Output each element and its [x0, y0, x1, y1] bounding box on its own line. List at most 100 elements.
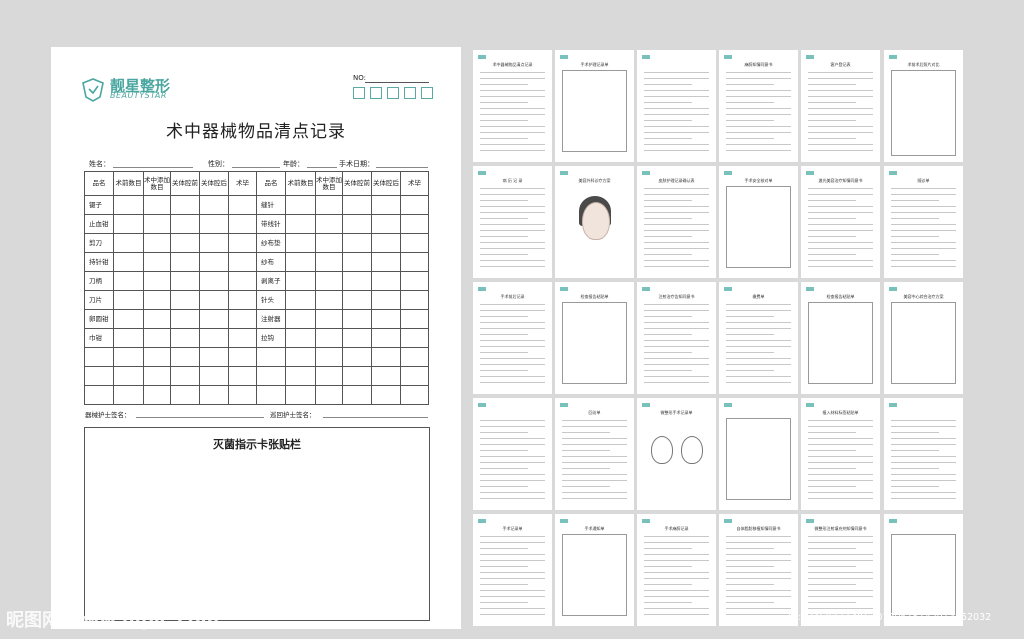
text-line	[644, 150, 709, 151]
text-line	[726, 376, 791, 377]
text-line	[891, 254, 939, 255]
table-row: 镊子 缝针	[84, 195, 429, 215]
text-line	[644, 120, 692, 121]
sterilization-card-title: 灭菌指示卡张贴栏	[213, 438, 301, 451]
text-line	[480, 218, 528, 219]
form-thumbnail: 回访单	[555, 398, 634, 510]
text-line	[726, 602, 774, 603]
beauty-star-logo-icon	[82, 78, 104, 102]
text-line	[480, 584, 528, 585]
text-line	[808, 462, 873, 463]
text-line	[808, 120, 856, 121]
text-line	[726, 590, 791, 591]
count-cell	[199, 347, 229, 367]
text-line	[644, 370, 692, 371]
thumbnail-title: 手术麻醉记录	[664, 526, 689, 531]
text-line	[726, 102, 774, 103]
count-cell	[400, 328, 429, 348]
text-line	[726, 614, 791, 615]
count-cell	[228, 290, 257, 310]
text-line	[644, 578, 709, 579]
text-line	[726, 322, 791, 323]
table-row: 巾钳 拉钩	[84, 328, 429, 348]
text-line	[891, 480, 956, 481]
text-line	[726, 90, 791, 91]
thumbnail-logo-icon	[642, 55, 650, 59]
form-thumbnail: 手术前后记录	[473, 282, 552, 394]
thumbnail-title: 回访单	[588, 410, 601, 415]
table-row: 剪刀 纱布垫	[84, 233, 429, 253]
count-cell	[400, 309, 429, 329]
text-line	[480, 608, 545, 609]
count-cell	[113, 195, 144, 215]
thumbnail-title: 客户登记表	[830, 62, 851, 67]
text-line	[480, 328, 545, 329]
text-line	[562, 486, 610, 487]
count-cell	[285, 233, 316, 253]
thumbnail-logo-icon	[806, 287, 814, 291]
text-line	[808, 474, 873, 475]
text-line	[726, 78, 791, 79]
text-line	[480, 90, 545, 91]
thumbnail-logo-icon	[560, 55, 568, 59]
text-line	[480, 316, 528, 317]
text-line	[480, 498, 545, 499]
syringe-icon	[404, 87, 416, 99]
form-thumbnail: 检查报告粘贴单	[801, 282, 880, 394]
text-line	[644, 328, 709, 329]
text-line	[808, 468, 856, 469]
text-line	[480, 554, 545, 555]
text-line	[480, 468, 528, 469]
count-cell	[315, 290, 343, 310]
thumbnail-logo-icon	[806, 171, 814, 175]
item-name-cell: 纱布垫	[256, 233, 286, 253]
text-line	[644, 194, 709, 195]
text-line	[644, 554, 709, 555]
count-cell	[228, 347, 257, 367]
text-line	[644, 242, 709, 243]
count-cell	[285, 366, 316, 386]
form-thumbnail: 皮肤护理记录确认表	[637, 166, 716, 278]
text-line	[480, 200, 528, 201]
thumbnail-logo-icon	[806, 519, 814, 523]
text-line	[726, 542, 791, 543]
count-cell	[371, 290, 401, 310]
text-line	[480, 426, 545, 427]
text-line	[808, 572, 873, 573]
text-line	[480, 602, 528, 603]
text-line	[562, 498, 627, 499]
text-line	[480, 254, 528, 255]
thumbnail-title: 美容中心综合治疗方案	[903, 294, 944, 299]
text-line	[480, 236, 528, 237]
thumbnail-logo-icon	[724, 55, 732, 59]
text-line	[480, 212, 545, 213]
text-line	[726, 84, 774, 85]
text-line	[480, 358, 545, 359]
count-cell	[199, 252, 229, 272]
count-cell	[170, 347, 200, 367]
text-line	[480, 444, 545, 445]
count-cell	[143, 347, 171, 367]
text-line	[644, 248, 709, 249]
thumbnail-logo-icon	[560, 287, 568, 291]
count-cell	[371, 366, 401, 386]
count-cell	[143, 271, 171, 291]
text-line	[808, 432, 856, 433]
text-line	[644, 304, 709, 305]
count-cell	[400, 347, 429, 367]
text-line	[808, 138, 856, 139]
count-cell	[143, 385, 171, 405]
column-header: 关体腔后	[199, 171, 229, 196]
text-line	[480, 266, 545, 267]
text-line	[891, 438, 956, 439]
table-row: 刀柄 剥离子	[84, 271, 429, 291]
text-line	[480, 548, 528, 549]
form-thumbnail: 麻醉知情同意书	[719, 50, 798, 162]
text-line	[562, 468, 610, 469]
text-line	[480, 578, 545, 579]
count-cell	[285, 328, 316, 348]
text-line	[480, 596, 545, 597]
text-line	[480, 114, 545, 115]
text-line	[480, 224, 545, 225]
text-line	[808, 456, 873, 457]
